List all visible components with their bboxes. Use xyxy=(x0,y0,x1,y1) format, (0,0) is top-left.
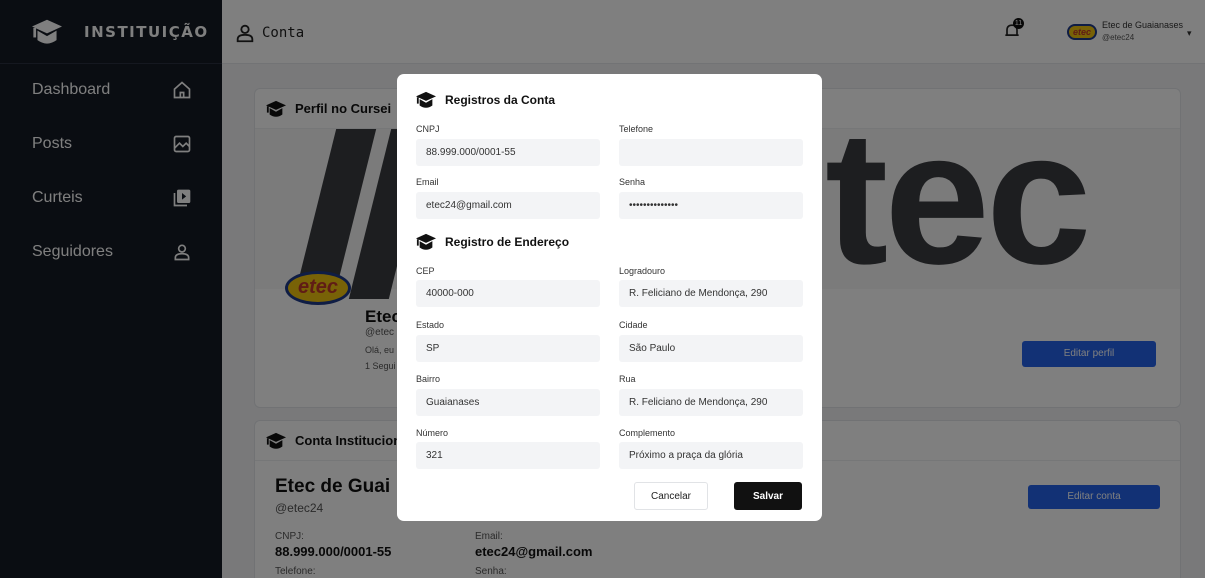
email-label: Email xyxy=(416,177,439,187)
complement-label: Complemento xyxy=(619,428,676,438)
street-address-input[interactable] xyxy=(619,280,803,307)
section-title-text: Registro de Endereço xyxy=(445,235,570,249)
address-section-title: Registro de Endereço xyxy=(415,232,569,252)
city-label: Cidade xyxy=(619,320,648,330)
state-label: Estado xyxy=(416,320,445,330)
cnpj-input[interactable] xyxy=(416,139,600,166)
cnpj-label: CNPJ xyxy=(416,124,440,134)
password-input[interactable] xyxy=(619,192,803,219)
state-input[interactable] xyxy=(416,335,600,362)
section-title-text: Registros da Conta xyxy=(445,93,556,107)
graduation-cap-icon xyxy=(415,90,437,110)
edit-account-modal: Registros da Conta CNPJ Telefone Email S… xyxy=(397,74,822,521)
city-input[interactable] xyxy=(619,335,803,362)
street-input[interactable] xyxy=(619,389,803,416)
street-label: Rua xyxy=(619,374,636,384)
street-address-label: Logradouro xyxy=(619,266,666,276)
number-input[interactable] xyxy=(416,442,600,469)
cancel-button[interactable]: Cancelar xyxy=(634,482,708,510)
cep-input[interactable] xyxy=(416,280,600,307)
neighborhood-input[interactable] xyxy=(416,389,600,416)
phone-input[interactable] xyxy=(619,139,803,166)
number-label: Número xyxy=(416,428,449,438)
account-section-title: Registros da Conta xyxy=(415,90,555,110)
password-label: Senha xyxy=(619,177,646,187)
neighborhood-label: Bairro xyxy=(416,374,441,384)
complement-input[interactable] xyxy=(619,442,803,469)
save-button[interactable]: Salvar xyxy=(734,482,802,510)
phone-label: Telefone xyxy=(619,124,654,134)
email-input[interactable] xyxy=(416,192,600,219)
cep-label: CEP xyxy=(416,266,435,276)
graduation-cap-icon xyxy=(415,232,437,252)
